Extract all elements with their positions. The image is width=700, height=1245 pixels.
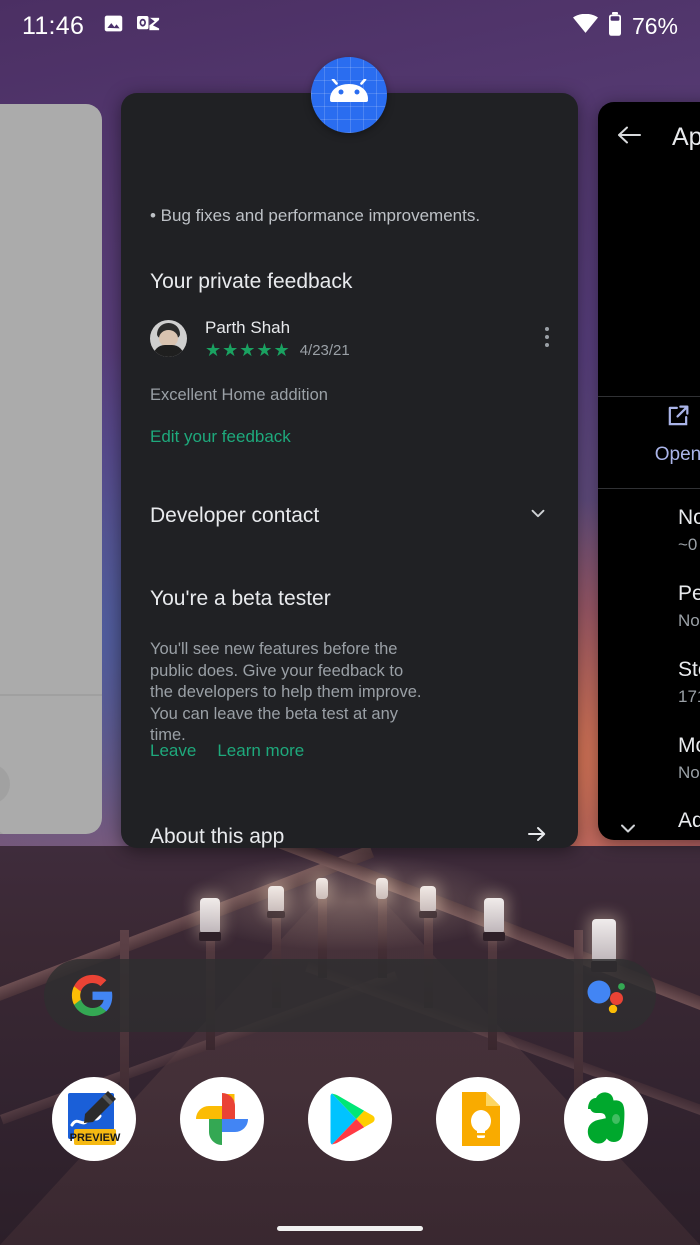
divider [598, 488, 700, 489]
learn-more-link[interactable]: Learn more [217, 741, 304, 761]
app-info-item-advanced[interactable]: Advanced Screen time, Open by default, B… [678, 809, 700, 840]
app-info-item-notifications[interactable]: Notifications ~0 notifications per week [678, 506, 700, 555]
kebab-menu-icon[interactable] [545, 327, 549, 347]
wifi-icon [572, 13, 598, 39]
chevron-down-icon[interactable] [616, 816, 640, 840]
item-subtitle: 171 MB used in internal storage [678, 687, 700, 706]
photos-icon [103, 13, 124, 39]
gesture-home-bar[interactable] [277, 1226, 423, 1231]
app-dock: PREVIEW [0, 1077, 700, 1161]
item-subtitle: Screen time, Open by default, Battery [678, 838, 700, 840]
status-bar-clock: 11:46 [22, 11, 85, 40]
arrow-right-icon [525, 822, 549, 848]
placeholder-block [0, 764, 10, 804]
avatar [150, 319, 187, 357]
status-bar-notification-icons [103, 13, 161, 39]
reviewer-name: Parth Shah [205, 318, 291, 337]
item-subtitle: No permissions granted [678, 611, 700, 630]
open-label: Open [654, 444, 700, 465]
google-g-icon [70, 973, 115, 1018]
leave-beta-link[interactable]: Leave [150, 741, 196, 761]
google-assistant-icon[interactable] [586, 979, 630, 1013]
item-title: Permissions [678, 582, 700, 605]
dock-app-google-keep[interactable] [436, 1077, 520, 1161]
developer-contact-row[interactable]: Developer contact [150, 502, 549, 529]
recents-card-center-play-store[interactable]: • Bug fixes and performance improvements… [121, 93, 578, 848]
battery-icon [608, 11, 622, 41]
app-info-item-permissions[interactable]: Permissions No permissions granted [678, 582, 700, 631]
star-rating: ★★★★★ [205, 340, 291, 360]
battery-percent-label: 76% [631, 12, 678, 39]
beta-tester-actions: Leave Learn more [150, 741, 304, 761]
dock-app-evernote[interactable] [564, 1077, 648, 1161]
item-title: Advanced [678, 809, 700, 832]
outlook-icon [137, 14, 161, 39]
item-title: Notifications [678, 506, 700, 529]
divider [598, 396, 700, 397]
open-external-icon [664, 402, 692, 435]
item-subtitle: ~0 notifications per week [678, 535, 700, 554]
edit-feedback-link[interactable]: Edit your feedback [150, 427, 291, 447]
arrow-left-icon[interactable] [616, 124, 642, 151]
review-date: 4/23/21 [299, 341, 350, 359]
app-info-item-storage[interactable]: Storage & cache 171 MB used in internal … [678, 658, 700, 707]
dock-app-play-store[interactable] [308, 1077, 392, 1161]
placeholder-divider [0, 694, 102, 696]
developer-contact-title: Developer contact [150, 503, 320, 527]
chevron-down-icon [527, 502, 549, 529]
recents-card-left[interactable] [0, 104, 102, 834]
android-robot-icon [311, 57, 387, 133]
status-bar: 11:46 76% [0, 0, 700, 52]
review-text: Excellent Home addition [150, 386, 328, 404]
dock-app-google-photos[interactable] [180, 1077, 264, 1161]
app-info-header: App info [598, 102, 700, 172]
about-this-app-row[interactable]: About this app [150, 822, 549, 848]
app-info-item-mobile-data[interactable]: Mobile data & Wi-Fi No data used [678, 734, 700, 783]
google-search-bar[interactable] [44, 959, 656, 1032]
dock-app-preview[interactable]: PREVIEW [52, 1077, 136, 1161]
open-app-button[interactable]: Open [598, 402, 700, 466]
beta-tester-body: You'll see new features before the publi… [150, 640, 422, 744]
beta-tester-title: You're a beta tester [150, 587, 331, 610]
placeholder-block [0, 829, 10, 834]
app-info-title: App info [672, 122, 700, 151]
item-title: Storage & cache [678, 658, 700, 681]
item-title: Mobile data & Wi-Fi [678, 734, 700, 757]
review-row: Parth Shah ★★★★★ 4/23/21 [150, 317, 549, 359]
private-feedback-title: Your private feedback [150, 270, 353, 293]
phone-screen: 11:46 76% • Bug fixes and performance im… [0, 0, 700, 1245]
recents-card-right-app-info[interactable]: App info Open Notifications ~0 notificat… [598, 102, 700, 840]
about-this-app-title: About this app [150, 824, 285, 848]
status-bar-system-icons: 76% [572, 11, 678, 41]
wallpaper-glow [0, 830, 700, 950]
review-meta: Parth Shah ★★★★★ 4/23/21 [205, 317, 350, 359]
svg-text:PREVIEW: PREVIEW [70, 1132, 121, 1144]
item-subtitle: No data used [678, 763, 700, 782]
whats-new-bullet: • Bug fixes and performance improvements… [150, 206, 481, 225]
